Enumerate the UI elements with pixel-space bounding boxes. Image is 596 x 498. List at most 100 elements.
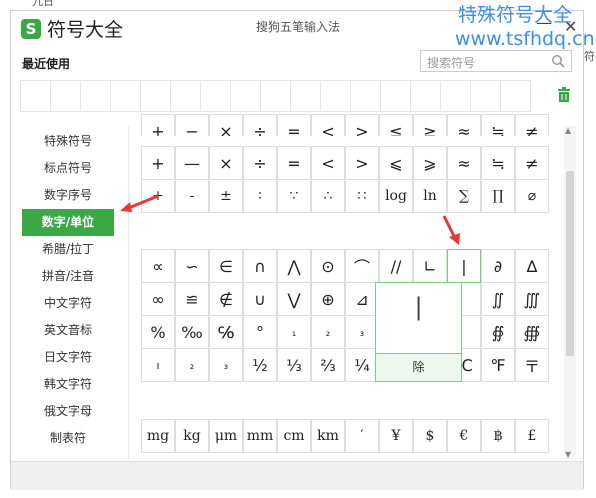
symbol-cell[interactable]: kg <box>175 419 209 453</box>
symbol-cell[interactable]: ₂ <box>311 315 345 349</box>
symbol-cell[interactable]: ¥ <box>379 419 413 453</box>
symbol-cell[interactable]: ≌ <box>175 282 209 316</box>
recent-symbol-cell[interactable] <box>350 80 381 112</box>
symbol-cell[interactable]: ½ <box>243 348 277 382</box>
recent-symbol-cell[interactable] <box>260 80 291 112</box>
symbol-cell[interactable]: ∂ <box>481 249 515 283</box>
symbol-cell[interactable]: + <box>141 146 175 180</box>
symbol-cell[interactable]: ln <box>413 179 447 213</box>
symbol-cell[interactable]: ⌀ <box>515 179 549 213</box>
symbol-cell[interactable]: ℉ <box>481 348 515 382</box>
recent-symbol-cell[interactable] <box>230 80 261 112</box>
symbol-cell[interactable]: € <box>447 419 481 453</box>
symbol-cell[interactable]: ≠ <box>515 146 549 180</box>
symbol-cell[interactable]: ₃ <box>209 348 243 382</box>
symbol-cell[interactable]: ≈ <box>447 146 481 180</box>
grid-scrollbar[interactable]: ▲ ▼ <box>564 126 576 459</box>
search-input[interactable]: 搜索符号 <box>420 50 572 72</box>
symbol-cell[interactable]: ≠ <box>515 114 549 136</box>
symbol-cell[interactable]: cm <box>277 419 311 453</box>
symbol-cell[interactable]: ÷ <box>243 146 277 180</box>
symbol-cell[interactable]: log <box>379 179 413 213</box>
symbol-cell[interactable]: ₁ <box>277 315 311 349</box>
symbol-cell[interactable]: ÷ <box>243 114 277 136</box>
symbol-cell[interactable]: ⅔ <box>311 348 345 382</box>
symbol-cell[interactable]: ⊕ <box>311 282 345 316</box>
symbol-cell[interactable]: ∽ <box>175 249 209 283</box>
symbol-cell[interactable]: ± <box>209 179 243 213</box>
symbol-cell[interactable]: = <box>277 114 311 136</box>
symbol-cell[interactable]: + <box>141 114 175 136</box>
symbol-cell[interactable]: ∪ <box>243 282 277 316</box>
scroll-thumb[interactable] <box>566 171 574 356</box>
symbol-cell[interactable]: ∶ <box>243 179 277 213</box>
symbol-cell[interactable]: ∆ <box>515 249 549 283</box>
symbol-cell[interactable]: × <box>209 114 243 136</box>
symbol-cell[interactable]: ∭ <box>515 282 549 316</box>
symbol-cell[interactable]: ∩ <box>243 249 277 283</box>
recent-symbol-cell[interactable] <box>440 80 471 112</box>
symbol-cell[interactable]: ∵ <box>277 179 311 213</box>
sidebar-item-category[interactable]: 数字序号 <box>22 182 114 209</box>
sidebar-item-category[interactable]: 中文字符 <box>22 290 114 317</box>
sidebar-item-category[interactable]: 俄文字母 <box>22 398 114 425</box>
scroll-up-icon[interactable]: ▲ <box>565 126 571 135</box>
symbol-cell[interactable]: ≈ <box>447 114 481 136</box>
preview-name[interactable]: 除 <box>376 353 461 381</box>
symbol-cell[interactable]: ₂ <box>175 348 209 382</box>
symbol-cell[interactable]: ∏ <box>481 179 515 213</box>
symbol-cell[interactable]: // <box>379 249 413 283</box>
symbol-cell[interactable]: ∷ <box>345 179 379 213</box>
symbol-cell[interactable]: ∑ <box>447 179 481 213</box>
sidebar-item-category[interactable]: 拼音/注音 <box>22 263 114 290</box>
symbol-cell[interactable]: − <box>175 114 209 136</box>
symbol-cell[interactable]: % <box>141 315 175 349</box>
symbol-cell[interactable]: mm <box>243 419 277 453</box>
symbol-cell[interactable]: ≒ <box>481 114 515 136</box>
symbol-cell[interactable]: ¼ <box>345 348 379 382</box>
symbol-cell[interactable]: > <box>345 114 379 136</box>
search-icon[interactable] <box>551 54 565 68</box>
symbol-cell[interactable]: ∬ <box>481 282 515 316</box>
recent-symbol-cell[interactable] <box>470 80 501 112</box>
recent-symbol-cell[interactable] <box>110 80 141 112</box>
symbol-cell[interactable]: = <box>277 146 311 180</box>
symbol-cell[interactable]: ฿ <box>481 419 515 453</box>
sidebar-item-category[interactable]: 日文字符 <box>22 344 114 371</box>
symbol-cell[interactable]: ∴ <box>311 179 345 213</box>
sidebar-item-category[interactable]: 英文音标 <box>22 317 114 344</box>
symbol-cell[interactable]: ℅ <box>209 315 243 349</box>
sidebar-item-category[interactable]: 韩文字符 <box>22 371 114 398</box>
recent-symbol-cell[interactable] <box>80 80 111 112</box>
symbol-cell[interactable]: ∉ <box>209 282 243 316</box>
symbol-cell[interactable]: ≒ <box>481 146 515 180</box>
symbol-cell[interactable]: - <box>175 179 209 213</box>
symbol-cell[interactable]: ⌒ <box>345 249 379 283</box>
symbol-cell[interactable]: ∯ <box>481 315 515 349</box>
recent-symbol-cell[interactable] <box>50 80 81 112</box>
sidebar-item-category[interactable]: 特殊符号 <box>22 128 114 155</box>
symbol-cell[interactable]: < <box>311 146 345 180</box>
recent-symbol-cell[interactable] <box>200 80 231 112</box>
recent-symbol-cell[interactable] <box>170 80 201 112</box>
symbol-cell[interactable]: < <box>311 114 345 136</box>
recent-symbol-cell[interactable] <box>20 80 51 112</box>
symbol-cell[interactable]: ⊿ <box>345 282 379 316</box>
symbol-cell[interactable]: ⩾ <box>413 146 447 180</box>
symbol-cell[interactable]: £ <box>515 419 549 453</box>
trash-icon[interactable] <box>557 87 571 103</box>
recent-symbol-cell[interactable] <box>140 80 171 112</box>
symbol-cell[interactable]: mg <box>141 419 175 453</box>
symbol-cell[interactable]: ∈ <box>209 249 243 283</box>
symbol-cell[interactable]: ⋀ <box>277 249 311 283</box>
recent-symbol-cell[interactable] <box>380 80 411 112</box>
symbol-cell[interactable]: | <box>447 249 481 283</box>
symbol-cell[interactable]: ∰ <box>515 315 549 349</box>
symbol-cell[interactable]: × <box>209 146 243 180</box>
symbol-cell[interactable]: ∝ <box>141 249 175 283</box>
symbol-cell[interactable]: μm <box>209 419 243 453</box>
symbol-cell[interactable]: ⅓ <box>277 348 311 382</box>
symbol-cell[interactable]: ≥ <box>413 114 447 136</box>
symbol-cell[interactable]: ∞ <box>141 282 175 316</box>
symbol-cell[interactable]: ∟ <box>413 249 447 283</box>
